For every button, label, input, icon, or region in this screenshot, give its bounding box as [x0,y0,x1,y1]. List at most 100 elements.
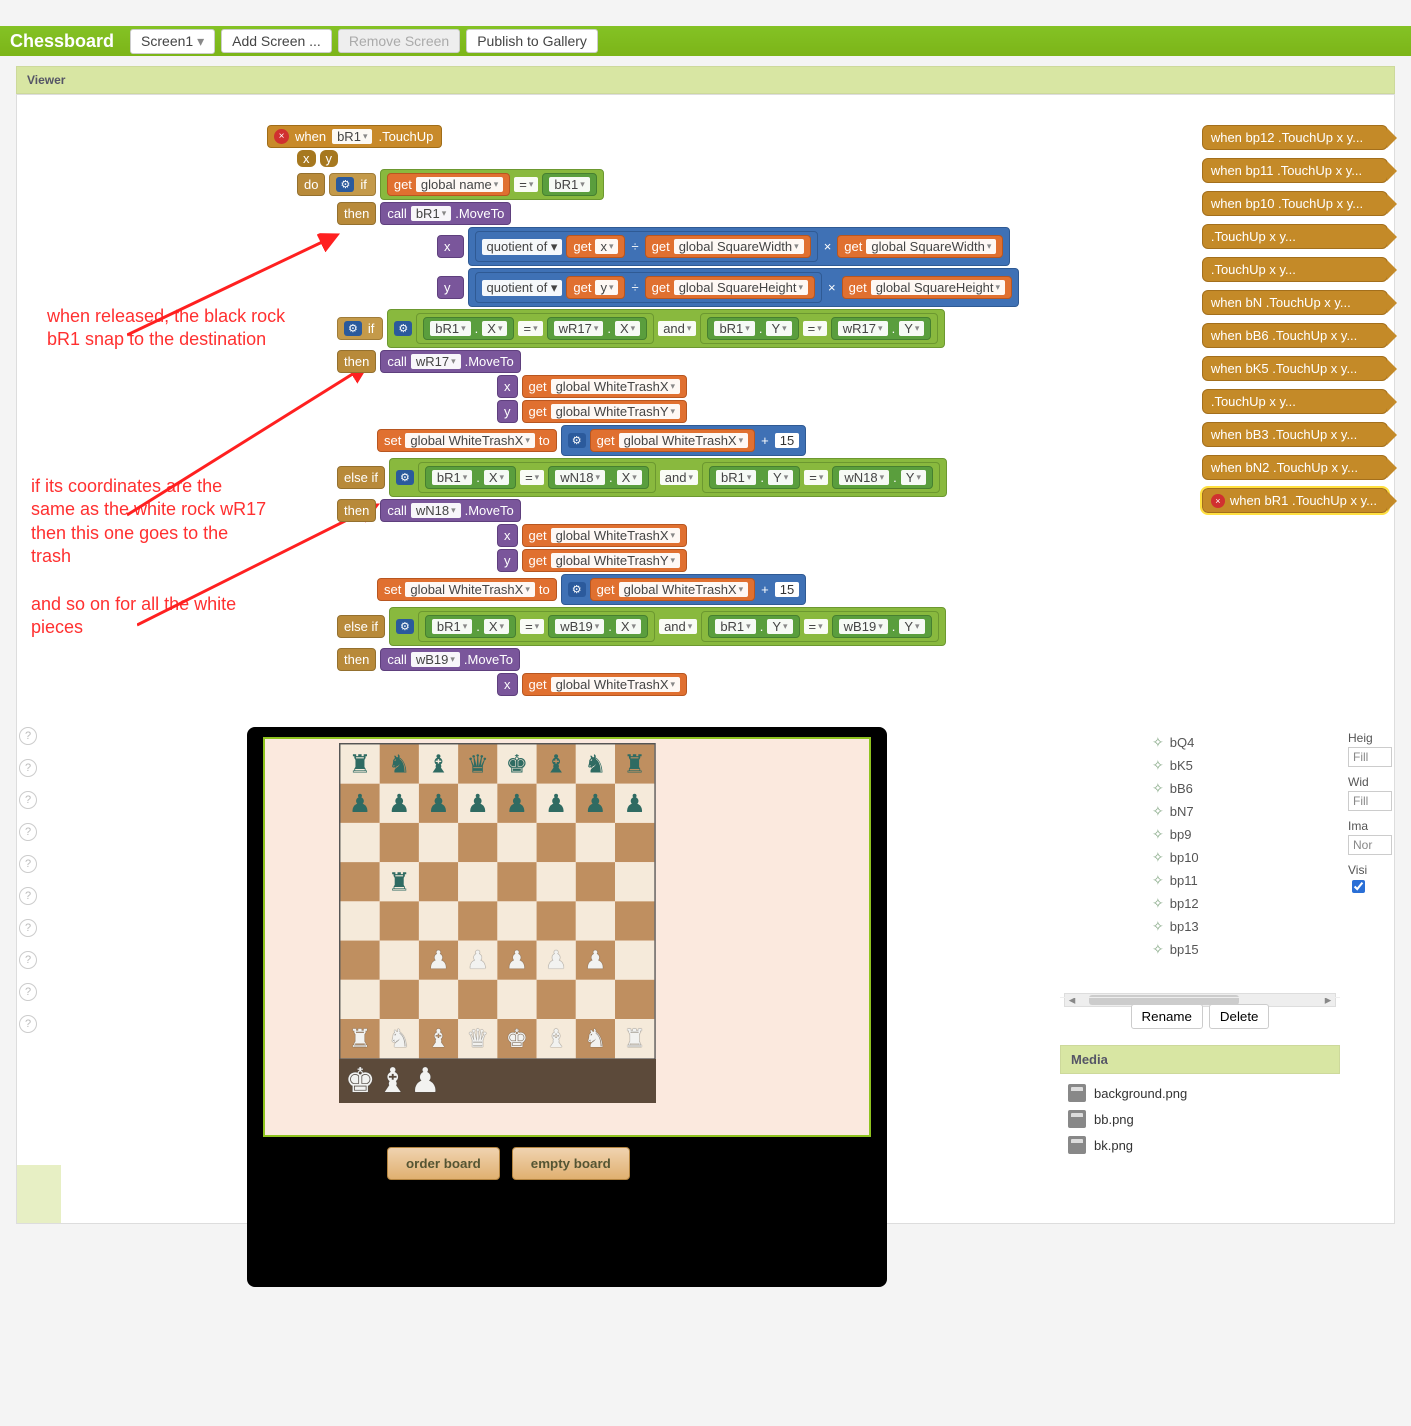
param-x[interactable]: x [297,150,316,167]
order-board-button[interactable]: order board [387,1147,500,1180]
help-icon[interactable]: ? [19,951,37,969]
chess-piece[interactable]: ♛ [466,752,489,777]
chess-piece[interactable]: ♟ [623,791,646,816]
remove-screen-button[interactable]: Remove Screen [338,29,460,53]
collapsed-event-pill[interactable]: when bB3 .TouchUp x y... [1202,422,1388,447]
board-square[interactable]: ♟ [576,784,615,823]
delete-button[interactable]: Delete [1209,1004,1270,1029]
media-list[interactable]: background.pngbb.pngbk.png [1060,1074,1340,1164]
media-item[interactable]: background.png [1066,1080,1334,1106]
media-item[interactable]: bk.png [1066,1132,1334,1158]
help-icon[interactable]: ? [19,855,37,873]
board-square[interactable]: ♟ [497,941,536,980]
board-square[interactable]: ♜ [615,1019,654,1058]
board-square[interactable] [380,823,419,862]
close-icon[interactable]: × [274,129,289,144]
board-square[interactable] [458,823,497,862]
chess-piece[interactable]: ♜ [623,1026,646,1051]
chess-piece[interactable]: ♟ [466,948,489,973]
board-square[interactable]: ♟ [615,784,654,823]
board-square[interactable] [497,980,536,1019]
board-square[interactable] [615,862,654,901]
get-sqw2[interactable]: get global SquareWidth▾ [837,235,1003,258]
board-square[interactable] [458,980,497,1019]
board-square[interactable] [419,980,458,1019]
chess-piece[interactable]: ♟ [584,948,607,973]
param-y[interactable]: y [320,150,339,167]
chess-piece[interactable]: ♟ [427,791,450,816]
get-x[interactable]: get x▾ [566,235,625,258]
comp-ref[interactable]: bR1▾ [542,173,596,196]
chess-piece[interactable]: ♟ [388,791,411,816]
board-square[interactable] [380,941,419,980]
component-item[interactable]: ✧bQ4 [1062,731,1338,754]
set-block[interactable]: set global WhiteTrashX▾ to [377,429,557,452]
board-square[interactable] [340,823,379,862]
and-block-2[interactable]: ⚙ bR1▾. X▾ =▾ wN18▾. X▾ and▾ bR1▾. Y▾ =▾… [389,458,947,497]
collapsed-event-pill[interactable]: when bK5 .TouchUp x y... [1202,356,1388,381]
board-square[interactable]: ♟ [380,784,419,823]
quotient-y[interactable]: quotient of ▾ get y▾ ÷ get global Square… [475,272,823,303]
and-block[interactable]: ⚙ bR1▾. X▾ =▾ wR17▾. X▾ and▾ bR1▾. Y▾ =▾… [387,309,945,348]
get-sqw[interactable]: get global SquareWidth▾ [645,235,811,258]
board-square[interactable]: ♟ [497,784,536,823]
component-slot[interactable]: bR1▾ [332,129,372,144]
chess-piece[interactable]: ♝ [427,752,450,777]
chessboard[interactable]: ♜♞♝♛♚♝♞♜♟♟♟♟♟♟♟♟♜♟♟♟♟♟♜♞♝♛♚♝♞♜ [339,743,656,1060]
help-icon[interactable]: ? [19,887,37,905]
board-square[interactable]: ♞ [576,744,615,783]
board-square[interactable]: ♟ [537,784,576,823]
component-item[interactable]: ✧bp10 [1062,846,1338,869]
screen-select[interactable]: Screen1 [130,29,215,54]
components-list[interactable]: ✧bQ4✧bK5✧bB6✧bN7✧bp9✧bp10✧bp11✧bp12✧bp13… [1060,727,1340,1037]
board-square[interactable]: ♟ [537,941,576,980]
collapsed-event-pill[interactable]: when bB6 .TouchUp x y... [1202,323,1388,348]
chess-piece[interactable]: ♞ [388,752,411,777]
call-moveto-wr17[interactable]: call wR17▾ .MoveTo [380,350,520,373]
publish-button[interactable]: Publish to Gallery [466,29,598,53]
get-wty[interactable]: get global WhiteTrashY▾ [522,400,688,423]
board-square[interactable] [340,901,379,940]
board-square[interactable] [419,862,458,901]
chess-piece[interactable]: ♚ [506,752,529,777]
board-square[interactable] [537,823,576,862]
add-block[interactable]: ⚙ get global WhiteTrashX▾ + 15 [561,425,807,456]
help-icon[interactable]: ? [19,919,37,937]
if-block[interactable]: ⚙if [329,173,375,196]
chess-piece[interactable]: ♟ [466,791,489,816]
board-square[interactable] [615,980,654,1019]
collapsed-event-pill[interactable]: when bp11 .TouchUp x y... [1202,158,1388,183]
chess-piece[interactable]: ♟ [545,948,568,973]
prop-image-value[interactable]: Nor [1348,835,1392,855]
call-moveto-wb19[interactable]: call wB19▾ .MoveTo [380,648,520,671]
call-moveto-wn18[interactable]: call wN18▾ .MoveTo [380,499,520,522]
media-item[interactable]: bb.png [1066,1106,1334,1132]
call-moveto-br1[interactable]: call bR1▾ .MoveTo [380,202,511,225]
quotient-x[interactable]: quotient of ▾ get x▾ ÷ get global Square… [475,231,818,262]
component-item[interactable]: ✧bN7 [1062,800,1338,823]
help-icon[interactable]: ? [19,983,37,1001]
chess-piece[interactable]: ♝ [427,1026,450,1051]
eq-op[interactable]: =▾ [514,177,538,192]
board-square[interactable] [419,901,458,940]
board-square[interactable]: ♟ [419,784,458,823]
component-item[interactable]: ✧bp9 [1062,823,1338,846]
board-square[interactable]: ♟ [576,941,615,980]
board-square[interactable] [576,901,615,940]
board-square[interactable] [497,823,536,862]
board-square[interactable] [458,862,497,901]
board-square[interactable] [419,823,458,862]
prop-height-value[interactable]: Fill [1348,747,1392,767]
collapsed-event-pill[interactable]: .TouchUp x y... [1202,257,1388,282]
board-square[interactable]: ♜ [340,744,379,783]
board-square[interactable] [537,862,576,901]
component-item[interactable]: ✧bp12 [1062,892,1338,915]
prop-visible-checkbox[interactable] [1352,880,1365,893]
component-item[interactable]: ✧bp11 [1062,869,1338,892]
board-square[interactable] [537,901,576,940]
board-square[interactable]: ♝ [419,1019,458,1058]
quotient-op-2[interactable]: quotient of ▾ [482,280,563,296]
board-square[interactable]: ♞ [576,1019,615,1058]
chess-piece[interactable]: ♟ [506,948,529,973]
if-block-2[interactable]: ⚙if [337,317,383,340]
